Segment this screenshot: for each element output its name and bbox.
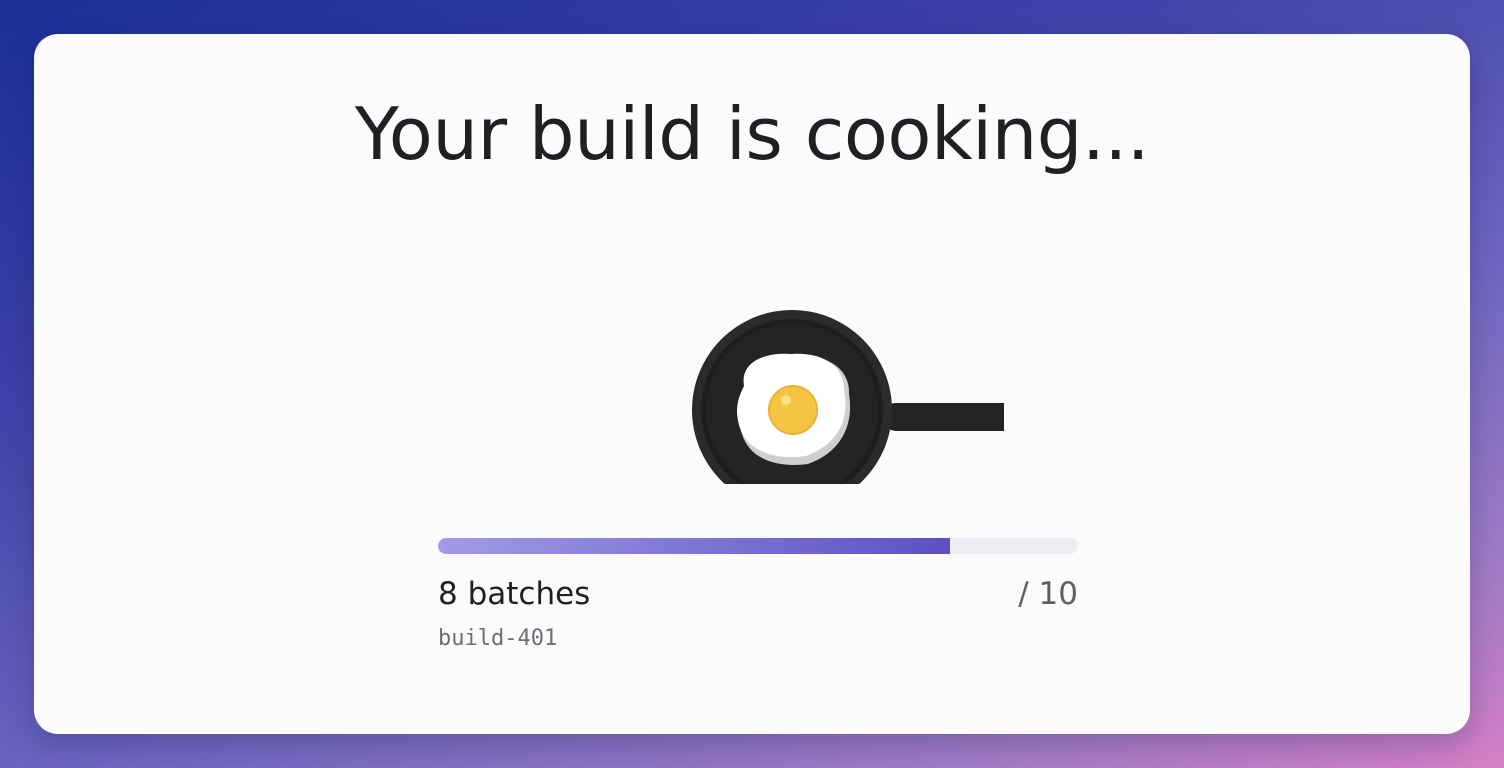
build-id: build-401 (438, 626, 558, 651)
batches-done-label: 8 batches (438, 576, 591, 612)
progress-track (438, 538, 1078, 554)
page-title: Your build is cooking... (354, 92, 1150, 176)
progress-stats: 8 batches / 10 (438, 576, 1078, 612)
batches-total-label: / 10 (1018, 576, 1078, 612)
progress-fill (438, 538, 950, 554)
build-progress: 8 batches / 10 build-401 (438, 538, 1078, 651)
frying-pan-with-egg-icon (654, 274, 1032, 510)
build-status-card: Your build is cooking... 8 batches / 10 (34, 34, 1470, 734)
